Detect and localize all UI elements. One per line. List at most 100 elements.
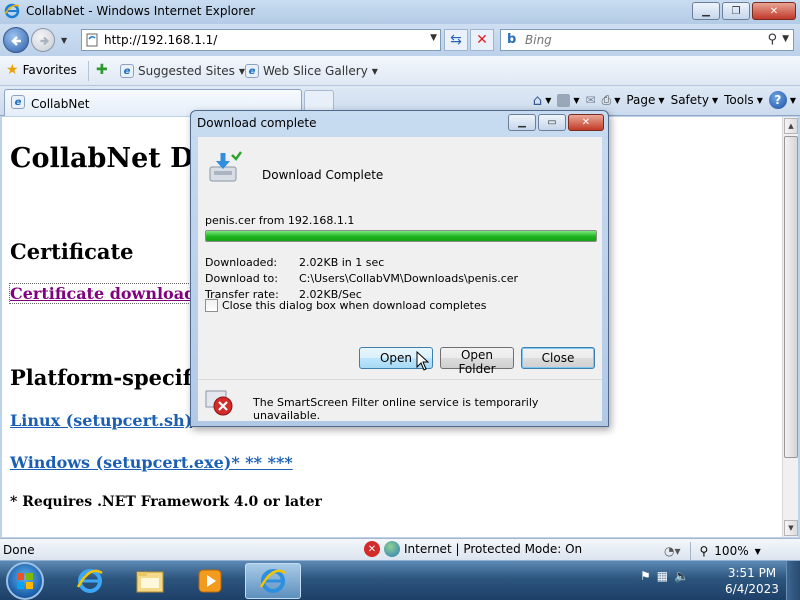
chevron-down-icon: ▼: [756, 95, 763, 105]
window-title: CollabNet - Windows Internet Explorer: [26, 4, 256, 18]
favorites-item-web-slice-gallery[interactable]: e Web Slice Gallery ▼: [245, 64, 378, 78]
taskbar-windows-explorer[interactable]: [122, 563, 178, 599]
mail-icon: ✉: [585, 93, 596, 107]
section-certificate-heading: Certificate: [10, 239, 134, 264]
network-icon[interactable]: ▦: [657, 569, 668, 583]
smartscreen-notice: The SmartScreen Filter online service is…: [198, 379, 602, 422]
close-window-button[interactable]: ✕: [752, 2, 796, 20]
forward-button[interactable]: [31, 28, 55, 52]
back-button[interactable]: [3, 27, 29, 53]
dialog-minimize-button[interactable]: ▁: [508, 114, 536, 131]
zoom-level[interactable]: 100%: [714, 544, 748, 558]
zoom-dropdown-icon[interactable]: ▼: [755, 547, 761, 556]
smartscreen-text: The SmartScreen Filter online service is…: [253, 396, 539, 422]
vertical-scrollbar[interactable]: ▲ ▼: [782, 117, 798, 537]
chevron-down-icon: ▼: [658, 95, 665, 105]
address-dropdown-icon[interactable]: ▼: [430, 33, 437, 43]
windows-setupcert-link[interactable]: Windows (setupcert.exe)* ** ***: [10, 453, 293, 472]
chevron-down-icon: ▼: [573, 95, 580, 105]
stop-button[interactable]: ✕: [470, 29, 494, 51]
section-platform-heading: Platform-specific: [10, 365, 211, 390]
info-label: Download to:: [205, 272, 278, 285]
mouse-cursor-icon: [416, 351, 430, 371]
info-value: 2.02KB in 1 sec: [299, 256, 385, 269]
info-label: Downloaded:: [205, 256, 278, 269]
certificate-download-link[interactable]: Certificate download (: [8, 283, 210, 304]
smartscreen-error-icon: [205, 390, 233, 416]
action-center-flag-icon[interactable]: ⚑: [640, 569, 651, 583]
minimize-button[interactable]: ▁: [692, 2, 720, 20]
status-bar: Done ✕ Internet | Protected Mode: On ◔▾ …: [0, 538, 800, 560]
favorites-item-suggested-sites[interactable]: e Suggested Sites ▼: [120, 64, 245, 78]
volume-muted-icon[interactable]: 🔈: [674, 569, 689, 583]
search-input[interactable]: [525, 32, 755, 48]
new-tab-button[interactable]: [304, 90, 334, 112]
taskbar-internet-explorer-active[interactable]: [245, 563, 301, 599]
address-input[interactable]: [104, 32, 424, 48]
close-when-done-option[interactable]: Close this dialog box when download comp…: [205, 299, 486, 312]
favorites-label: Favorites: [22, 63, 77, 77]
open-folder-button[interactable]: Open Folder: [440, 347, 514, 376]
rss-icon: [557, 93, 571, 107]
scroll-down-button[interactable]: ▼: [784, 520, 798, 536]
chevron-down-icon: ▼: [614, 95, 621, 105]
close-when-done-checkbox[interactable]: [205, 299, 218, 312]
clock-date: 6/4/2023: [725, 582, 779, 596]
ie-page-icon: e: [11, 95, 25, 109]
recent-pages-dropdown-icon[interactable]: ▼: [61, 36, 67, 45]
back-arrow-icon: [11, 36, 21, 46]
add-to-favorites-bar-icon[interactable]: ✚: [96, 62, 108, 78]
page-menu-label: Page: [626, 93, 656, 107]
favorites-item-label: Web Slice Gallery: [263, 64, 368, 78]
command-bar: ⌂ ▼ ▼ ✉ ⎙ ▼ Page ▼ Safety ▼ Tools ▼ ? ▼: [533, 91, 796, 109]
home-button[interactable]: ⌂ ▼: [533, 91, 552, 109]
dialog-body: Download Complete penis.cer from 192.168…: [198, 137, 602, 379]
system-clock[interactable]: 3:51 PM 6/4/2023: [722, 565, 782, 597]
dialog-caption-buttons: ▁ ▭ ✕: [508, 114, 604, 131]
address-bar[interactable]: ▼: [81, 29, 441, 51]
printer-icon: ⎙: [601, 92, 612, 107]
scroll-up-button[interactable]: ▲: [784, 118, 798, 134]
status-text: Done: [3, 543, 35, 557]
error-icon: ✕: [364, 541, 380, 557]
linux-setupcert-link[interactable]: Linux (setupcert.sh): [10, 411, 192, 430]
protected-mode-icon[interactable]: ◔▾: [664, 544, 681, 558]
security-zone[interactable]: ✕ Internet | Protected Mode: On: [364, 541, 582, 557]
taskbar: ⚑ ▦ 🔈 3:51 PM 6/4/2023: [0, 560, 800, 600]
chevron-down-icon: ▼: [545, 95, 552, 105]
maximize-button[interactable]: ❐: [722, 2, 750, 20]
window-titlebar: CollabNet - Windows Internet Explorer ▁ …: [0, 0, 800, 24]
chevron-down-icon: ▼: [789, 95, 796, 105]
close-button[interactable]: Close: [521, 347, 595, 369]
taskbar-media-player[interactable]: [182, 563, 238, 599]
search-box[interactable]: b ⚲ ▼: [500, 29, 794, 51]
search-dropdown-icon[interactable]: ▼: [782, 34, 789, 44]
refresh-button[interactable]: ⇆: [444, 29, 468, 51]
search-icon[interactable]: ⚲: [767, 32, 777, 47]
window-caption-buttons: ▁ ❐ ✕: [692, 2, 796, 20]
status-separator: [689, 542, 691, 560]
show-desktop-button[interactable]: [786, 561, 800, 600]
help-menu[interactable]: ? ▼: [768, 91, 796, 109]
favorites-button[interactable]: ★ Favorites: [6, 62, 77, 78]
taskbar-internet-explorer[interactable]: [62, 563, 118, 599]
feeds-button[interactable]: ▼: [557, 93, 580, 107]
read-mail-button[interactable]: ✉: [586, 93, 596, 107]
globe-icon: [384, 541, 400, 557]
home-icon: ⌂: [532, 91, 543, 109]
print-button[interactable]: ⎙ ▼: [602, 93, 621, 108]
tools-menu[interactable]: Tools ▼: [724, 93, 763, 107]
dialog-close-button[interactable]: ✕: [568, 114, 604, 131]
info-value: C:\Users\CollabVM\Downloads\penis.cer: [299, 272, 519, 285]
windows-logo-icon: [17, 573, 33, 589]
page-menu[interactable]: Page ▼: [626, 93, 664, 107]
dialog-maximize-button[interactable]: ▭: [538, 114, 566, 131]
tools-menu-label: Tools: [724, 93, 754, 107]
start-button[interactable]: [6, 562, 44, 600]
safety-menu[interactable]: Safety ▼: [671, 93, 719, 107]
download-progress-fill: [206, 231, 596, 241]
favorites-bar: ★ Favorites ✚ e Suggested Sites ▼ e Web …: [0, 56, 800, 86]
page-icon: [86, 33, 98, 47]
scroll-thumb[interactable]: [784, 136, 798, 458]
dialog-title: Download complete: [197, 116, 317, 130]
